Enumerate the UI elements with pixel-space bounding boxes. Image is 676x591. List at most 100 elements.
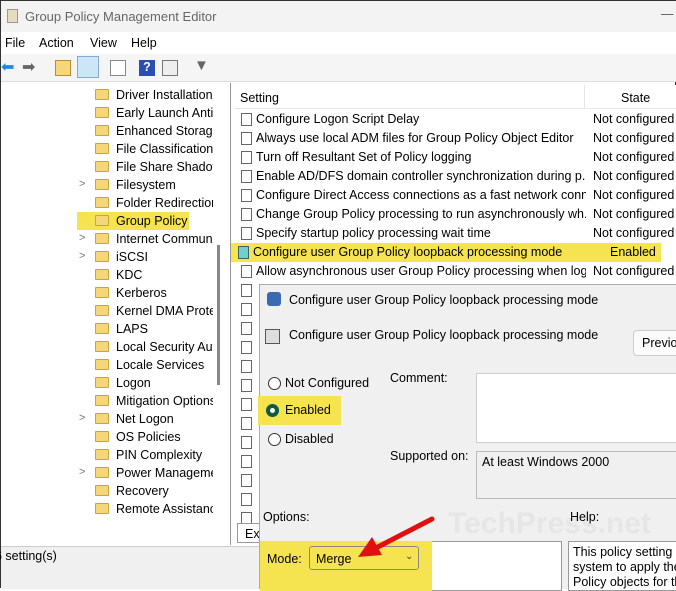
column-header-setting[interactable]: Setting <box>240 91 279 105</box>
tree-item[interactable]: LAPS <box>1 320 213 338</box>
policy-setting-icon <box>241 436 252 449</box>
tree-item[interactable]: OS Policies <box>1 428 213 446</box>
folder-icon <box>95 395 109 406</box>
policy-setting-icon <box>241 151 252 164</box>
list-row[interactable]: Change Group Policy processing to run as… <box>234 205 676 224</box>
tree-item[interactable]: Kerberos <box>1 284 213 302</box>
radio-not-configured[interactable]: Not Configured <box>268 375 378 393</box>
tree-scrollbar[interactable] <box>217 245 220 385</box>
list-row[interactable]: Allow asynchronous user Group Policy pro… <box>234 262 676 281</box>
chevron-right-icon[interactable]: > <box>79 178 85 190</box>
folder-icon <box>95 197 109 208</box>
list-row[interactable]: Configure user Group Policy loopback pro… <box>231 243 661 262</box>
folder-icon <box>95 179 109 190</box>
tree-item[interactable]: >Group Policy <box>1 212 213 230</box>
tree-item[interactable]: Recovery <box>1 482 213 500</box>
tree-item[interactable]: File Classification Infrastructure <box>1 140 213 158</box>
tree-item[interactable]: Early Launch Antimalware <box>1 104 213 122</box>
folder-icon <box>95 215 109 226</box>
setting-name: Configure Logon Script Delay <box>256 112 420 126</box>
list-row[interactable]: Always use local ADM files for Group Pol… <box>234 129 676 148</box>
tree-item[interactable]: Locale Services <box>1 356 213 374</box>
up-folder-icon[interactable] <box>55 60 71 76</box>
filter-icon[interactable]: ▼ <box>194 57 210 74</box>
tree-item-label: Internet Communication Management <box>116 232 213 246</box>
list-row[interactable]: Turn off Resultant Set of Policy logging… <box>234 148 676 167</box>
setting-name: Specify startup policy processing wait t… <box>256 226 491 240</box>
radio-disabled[interactable]: Disabled <box>268 431 378 449</box>
tree-item[interactable]: File Share Shadow Copy Provider <box>1 158 213 176</box>
folder-icon <box>95 323 109 334</box>
tree-item[interactable]: Folder Redirection <box>1 194 213 212</box>
comment-input[interactable] <box>476 373 676 443</box>
chevron-right-icon[interactable]: > <box>79 250 85 262</box>
tree-item-label: Early Launch Antimalware <box>116 106 213 120</box>
setting-state: Not configured <box>593 112 675 126</box>
tree-item[interactable]: Remote Assistance <box>1 500 213 518</box>
show-action-pane-icon[interactable] <box>162 60 178 76</box>
list-row[interactable]: Configure Direct Access connections as a… <box>234 186 676 205</box>
folder-icon <box>95 233 109 244</box>
tree-item[interactable]: Local Security Authority <box>1 338 213 356</box>
policy-setting-icon <box>241 132 252 145</box>
menu-action[interactable]: Action <box>39 36 74 50</box>
chevron-right-icon[interactable]: > <box>79 466 85 478</box>
tree-item[interactable]: > iSCSI <box>1 248 213 266</box>
tree-item-label: Local Security Authority <box>116 340 213 354</box>
forward-icon[interactable]: ➡ <box>22 57 38 76</box>
help-text: This policy setting directs the system t… <box>573 545 676 589</box>
tree-item[interactable]: Kernel DMA Protection <box>1 302 213 320</box>
tree-item[interactable]: > Power Management <box>1 464 213 482</box>
supported-on-value-box: At least Windows 2000 <box>476 451 676 499</box>
export-list-icon[interactable] <box>110 60 126 76</box>
setting-state: Not configured <box>593 207 675 221</box>
policy-setting-icon <box>241 113 252 126</box>
setting-state: Not configured <box>593 226 675 240</box>
radio-circle[interactable] <box>268 433 281 446</box>
policy-setting-icon <box>241 322 252 335</box>
policy-icon <box>267 292 281 306</box>
list-row[interactable]: Specify startup policy processing wait t… <box>234 224 676 243</box>
menu-help[interactable]: Help <box>131 36 157 50</box>
list-row[interactable]: Enable AD/DFS domain controller synchron… <box>234 167 676 186</box>
menu-view[interactable]: View <box>90 36 117 50</box>
previous-setting-button[interactable]: Previous Setting <box>633 330 676 356</box>
column-header-state[interactable]: State <box>621 91 650 105</box>
window-title: Group Policy Management Editor <box>25 9 217 24</box>
back-icon[interactable]: ⬅ <box>1 57 17 76</box>
dialog-title: Configure user Group Policy loopback pro… <box>289 293 599 307</box>
show-hide-tree-icon[interactable] <box>77 56 99 78</box>
list-row[interactable]: Configure Logon Script Delay Not configur… <box>234 110 676 129</box>
tree-item[interactable]: KDC <box>1 266 213 284</box>
radio-circle[interactable] <box>266 404 279 417</box>
radio-enabled[interactable]: Enabled <box>258 396 341 425</box>
tree-item[interactable]: > Net Logon <box>1 410 213 428</box>
tree-item[interactable]: PIN Complexity <box>1 446 213 464</box>
policy-setting-icon <box>241 398 252 411</box>
tree-item-label: Net Logon <box>116 412 174 426</box>
tree-item[interactable]: Mitigation Options <box>1 392 213 410</box>
previous-setting-label: Previous Setting <box>642 336 676 350</box>
help-text-box: This policy setting directs the system t… <box>568 541 676 591</box>
tree-item[interactable]: Logon <box>1 374 213 392</box>
policy-setting-icon <box>238 246 249 259</box>
minimize-button[interactable]: — <box>661 7 674 21</box>
setting-state: Not configured <box>593 150 675 164</box>
menu-file[interactable]: File <box>5 36 25 50</box>
folder-icon <box>95 305 109 316</box>
chevron-right-icon[interactable]: > <box>79 232 85 244</box>
folder-icon <box>95 161 109 172</box>
tree-item[interactable]: Enhanced Storage Access <box>1 122 213 140</box>
radio-circle[interactable] <box>268 377 281 390</box>
folder-icon <box>95 485 109 496</box>
tree-item[interactable]: Driver Installation <box>1 86 213 104</box>
tree-item[interactable]: > Internet Communication Management <box>1 230 213 248</box>
tree-item-label: KDC <box>116 268 143 282</box>
policy-dialog: Configure user Group Policy loopback pro… <box>258 284 676 591</box>
tree-item[interactable]: > Filesystem <box>1 176 213 194</box>
help-icon[interactable]: ? <box>139 60 155 76</box>
chevron-right-icon[interactable]: > <box>79 412 85 424</box>
policy-setting-icon <box>241 360 252 373</box>
folder-icon <box>95 251 109 262</box>
radio-label: Disabled <box>285 432 334 446</box>
